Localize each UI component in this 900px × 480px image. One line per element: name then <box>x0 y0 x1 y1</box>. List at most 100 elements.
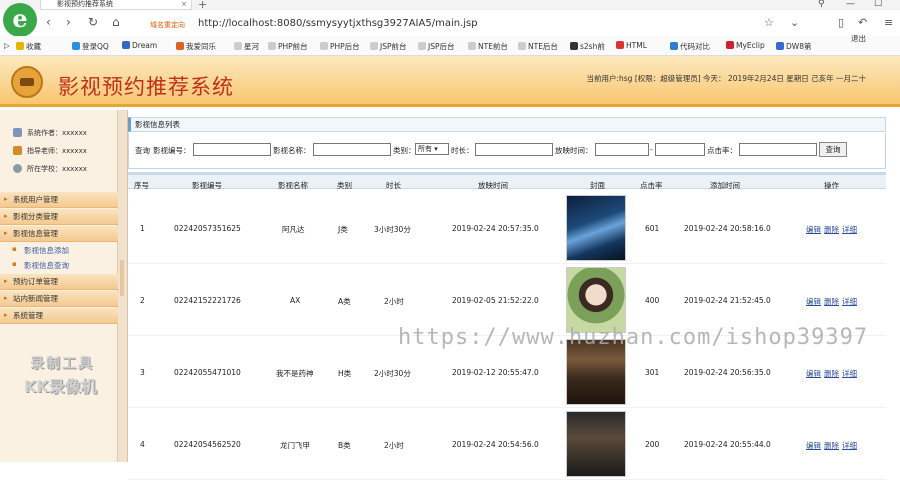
show-time-start-input[interactable] <box>595 143 649 156</box>
home-icon[interactable]: ⌂ <box>112 15 120 29</box>
bookmark-item[interactable]: Dream <box>122 41 157 50</box>
menu-system-management[interactable]: 系统管理 <box>0 308 118 324</box>
bookmark-item[interactable]: 收藏 <box>16 41 41 52</box>
detail-link[interactable]: 详细 <box>842 440 857 451</box>
edit-link[interactable]: 编辑 <box>806 440 821 451</box>
back-icon[interactable]: ‹ <box>46 15 51 29</box>
cell-added-time: 2019-02-24 20:55:44.0 <box>684 440 771 449</box>
bookmark-item[interactable]: DW8第 <box>776 41 811 52</box>
detail-link[interactable]: 详细 <box>842 224 857 235</box>
browser-tab-bar: 影视预约推荐系统 × + ⚲ — ☐ <box>0 0 900 11</box>
menu-news-management[interactable]: 站内新闻管理 <box>0 291 118 307</box>
dropdown-icon[interactable]: ⌄ <box>790 16 799 29</box>
tab-close-icon[interactable]: × <box>181 0 187 9</box>
cell-clicks: 601 <box>645 224 660 233</box>
detail-link[interactable]: 详细 <box>842 296 857 307</box>
sidebar-info-teacher: 指导老师：xxxxxx <box>13 146 87 156</box>
sidebar-splitter[interactable] <box>118 110 128 462</box>
bookmark-item[interactable]: 我爱同乐 <box>176 41 216 52</box>
splitter-handle[interactable] <box>120 260 124 296</box>
url-input[interactable]: http://localhost:8080/ssmysyytjxthsg3927… <box>198 18 478 29</box>
code-input[interactable] <box>193 143 271 156</box>
delete-link[interactable]: 删除 <box>824 368 839 379</box>
duration-input[interactable] <box>475 143 553 156</box>
tab-title: 影视预约推荐系统 <box>57 0 113 8</box>
bookmark-item[interactable]: JSP前台 <box>370 41 407 52</box>
cover-image <box>566 267 626 333</box>
bookmark-item[interactable]: NTE后台 <box>518 41 558 52</box>
cell-added-time: 2019-02-24 20:58:16.0 <box>684 224 771 233</box>
cell-clicks: 301 <box>645 368 660 377</box>
maximize-icon[interactable]: ☐ <box>874 0 882 9</box>
bookmark-item[interactable]: 登录QQ <box>72 41 109 52</box>
bookmark-item[interactable]: JSP后台 <box>418 41 455 52</box>
cell-code: 02242054562520 <box>174 440 241 449</box>
cell-code: 02242057351625 <box>174 224 241 233</box>
column-header: 类别 <box>337 181 352 190</box>
bookmark-item[interactable]: NTE前台 <box>468 41 508 52</box>
submenu-film-query[interactable]: 影视信息查询 <box>12 260 69 271</box>
cell-no: 2 <box>140 296 145 305</box>
search-button[interactable]: 查询 <box>819 142 847 157</box>
delete-link[interactable]: 删除 <box>824 224 839 235</box>
cell-clicks: 200 <box>645 440 660 449</box>
menu-icon[interactable]: ≡ <box>884 16 893 29</box>
minimize-icon[interactable]: — <box>846 0 855 9</box>
column-header: 时长 <box>386 181 401 190</box>
cell-added-time: 2019-02-24 20:56:35.0 <box>684 368 771 377</box>
star-icon[interactable]: ☆ <box>764 16 774 29</box>
bookmark-item[interactable]: PHP后台 <box>320 41 360 52</box>
table-row: 1 02242057351625 阿凡达 J类 3小时30分 2019-02-2… <box>128 192 886 264</box>
delete-link[interactable]: 删除 <box>824 296 839 307</box>
table-row: 4 02242054562520 龙门飞甲 B类 2小时 2019-02-24 … <box>128 408 886 480</box>
sidebar-toggle-icon[interactable]: ▷ <box>4 41 10 50</box>
edit-link[interactable]: 编辑 <box>806 296 821 307</box>
school-icon <box>13 164 22 173</box>
menu-booking-management[interactable]: 预约订单管理 <box>0 274 118 290</box>
cell-duration: 2小时30分 <box>374 369 411 378</box>
user-icon <box>13 128 22 137</box>
edit-link[interactable]: 编辑 <box>806 368 821 379</box>
cell-no: 4 <box>140 440 145 449</box>
menu-category-management[interactable]: 影视分类管理 <box>0 209 118 225</box>
name-input[interactable] <box>313 143 391 156</box>
show-time-label: 放映时间： <box>555 146 593 155</box>
pin-icon[interactable]: ⚲ <box>818 0 825 9</box>
browser-tab[interactable]: 影视预约推荐系统 × <box>40 0 192 10</box>
panel-title: 影视信息列表 <box>128 117 886 132</box>
bookmark-item[interactable]: HTML <box>616 41 647 50</box>
cell-name: 阿凡达 <box>282 225 305 234</box>
undo-icon[interactable]: ↶ <box>858 16 867 29</box>
range-separator: - <box>650 145 653 154</box>
cell-code: 02242152221726 <box>174 296 241 305</box>
code-label: 影视编号： <box>153 146 191 155</box>
bookmark-item[interactable]: s2sh前 <box>570 41 605 52</box>
detail-link[interactable]: 详细 <box>842 368 857 379</box>
edit-link[interactable]: 编辑 <box>806 224 821 235</box>
chevron-down-icon: ▾ <box>434 145 438 153</box>
submenu-film-add[interactable]: 影视信息添加 <box>12 245 69 256</box>
name-label: 影视名称： <box>273 146 311 155</box>
cover-image <box>566 411 626 477</box>
bookmark-item[interactable]: 代码对比 <box>670 41 710 52</box>
cover-image <box>566 195 626 261</box>
logout-link[interactable]: 退出 <box>851 33 866 44</box>
reader-icon[interactable]: ▯ <box>838 16 844 29</box>
clicks-label: 点击率： <box>707 146 737 155</box>
app-header: 影视预约推荐系统 当前用户:hsg [权限：超级管理员] 今天： 2019年2月… <box>0 56 900 107</box>
browser-logo-icon: e <box>3 3 37 37</box>
menu-user-management[interactable]: 系统用户管理 <box>0 192 118 208</box>
show-time-end-input[interactable] <box>655 143 705 156</box>
forward-icon[interactable]: › <box>66 15 71 29</box>
column-header: 添加时间 <box>710 181 740 190</box>
bookmark-item[interactable]: PHP前台 <box>268 41 308 52</box>
delete-link[interactable]: 删除 <box>824 440 839 451</box>
bookmark-item[interactable]: MyEclip <box>726 41 765 50</box>
menu-film-management[interactable]: 影视信息管理 <box>0 226 118 242</box>
clicks-input[interactable] <box>739 143 817 156</box>
column-header: 影视名称 <box>278 181 308 190</box>
app-title: 影视预约推荐系统 <box>58 75 234 99</box>
bookmark-item[interactable]: 星河 <box>234 41 259 52</box>
type-select[interactable]: 所有 ▾ <box>415 143 449 155</box>
refresh-icon[interactable]: ↻ <box>88 15 98 29</box>
